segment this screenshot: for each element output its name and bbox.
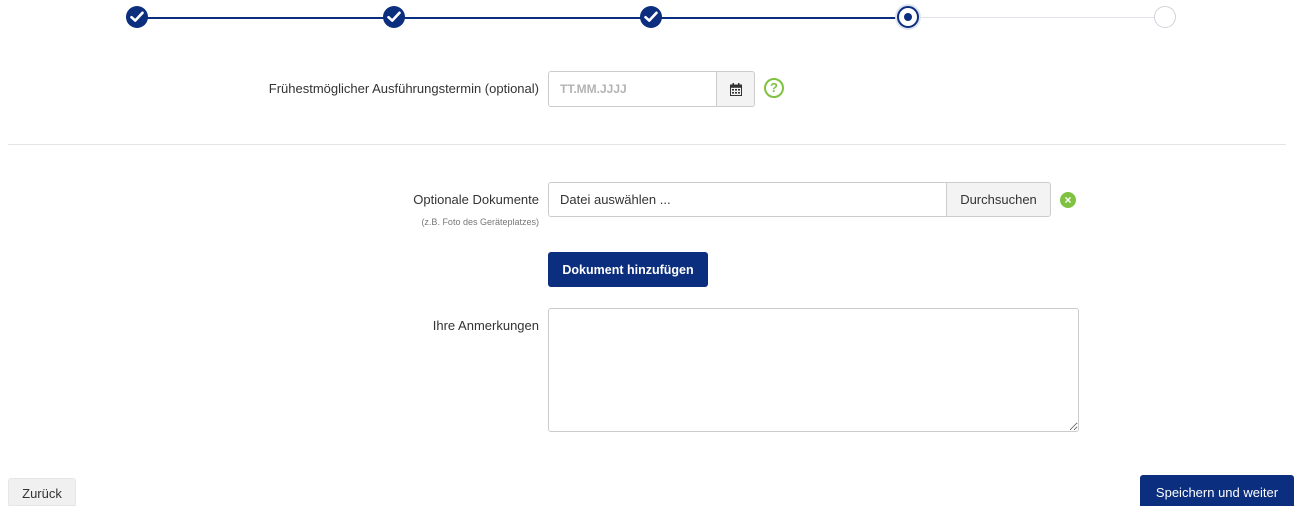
remarks-label: Ihre Anmerkungen xyxy=(432,318,539,333)
calendar-icon xyxy=(729,82,742,96)
calendar-button[interactable] xyxy=(716,71,755,107)
question-circle-icon[interactable]: ? xyxy=(764,78,784,98)
back-button[interactable]: Zurück xyxy=(8,478,76,506)
step-3-completed[interactable] xyxy=(640,6,662,28)
add-document-button[interactable]: Dokument hinzufügen xyxy=(548,252,708,287)
remarks-textarea[interactable] xyxy=(548,308,1079,432)
documents-hint: (z.B. Foto des Geräteplatzes) xyxy=(421,217,539,227)
check-icon xyxy=(644,11,658,22)
remove-circle-icon[interactable]: × xyxy=(1060,192,1076,208)
dot-icon xyxy=(904,13,912,21)
date-input[interactable] xyxy=(548,71,717,107)
date-label: Frühestmöglicher Ausführungstermin (opti… xyxy=(268,81,539,96)
browse-button[interactable]: Durchsuchen xyxy=(946,182,1051,217)
file-input[interactable]: Datei auswählen ... xyxy=(548,182,947,217)
step-2-completed[interactable] xyxy=(383,6,405,28)
step-5-pending xyxy=(1154,6,1176,28)
stepper-line-pending xyxy=(908,17,1166,18)
stepper-line-completed xyxy=(140,17,908,19)
step-1-completed[interactable] xyxy=(126,6,148,28)
progress-stepper xyxy=(0,0,1294,40)
check-icon xyxy=(387,11,401,22)
documents-label: Optionale Dokumente xyxy=(413,192,539,207)
check-icon xyxy=(130,11,144,22)
save-and-continue-button[interactable]: Speichern und weiter xyxy=(1140,475,1294,506)
step-4-current xyxy=(897,6,919,28)
section-divider xyxy=(8,144,1286,145)
